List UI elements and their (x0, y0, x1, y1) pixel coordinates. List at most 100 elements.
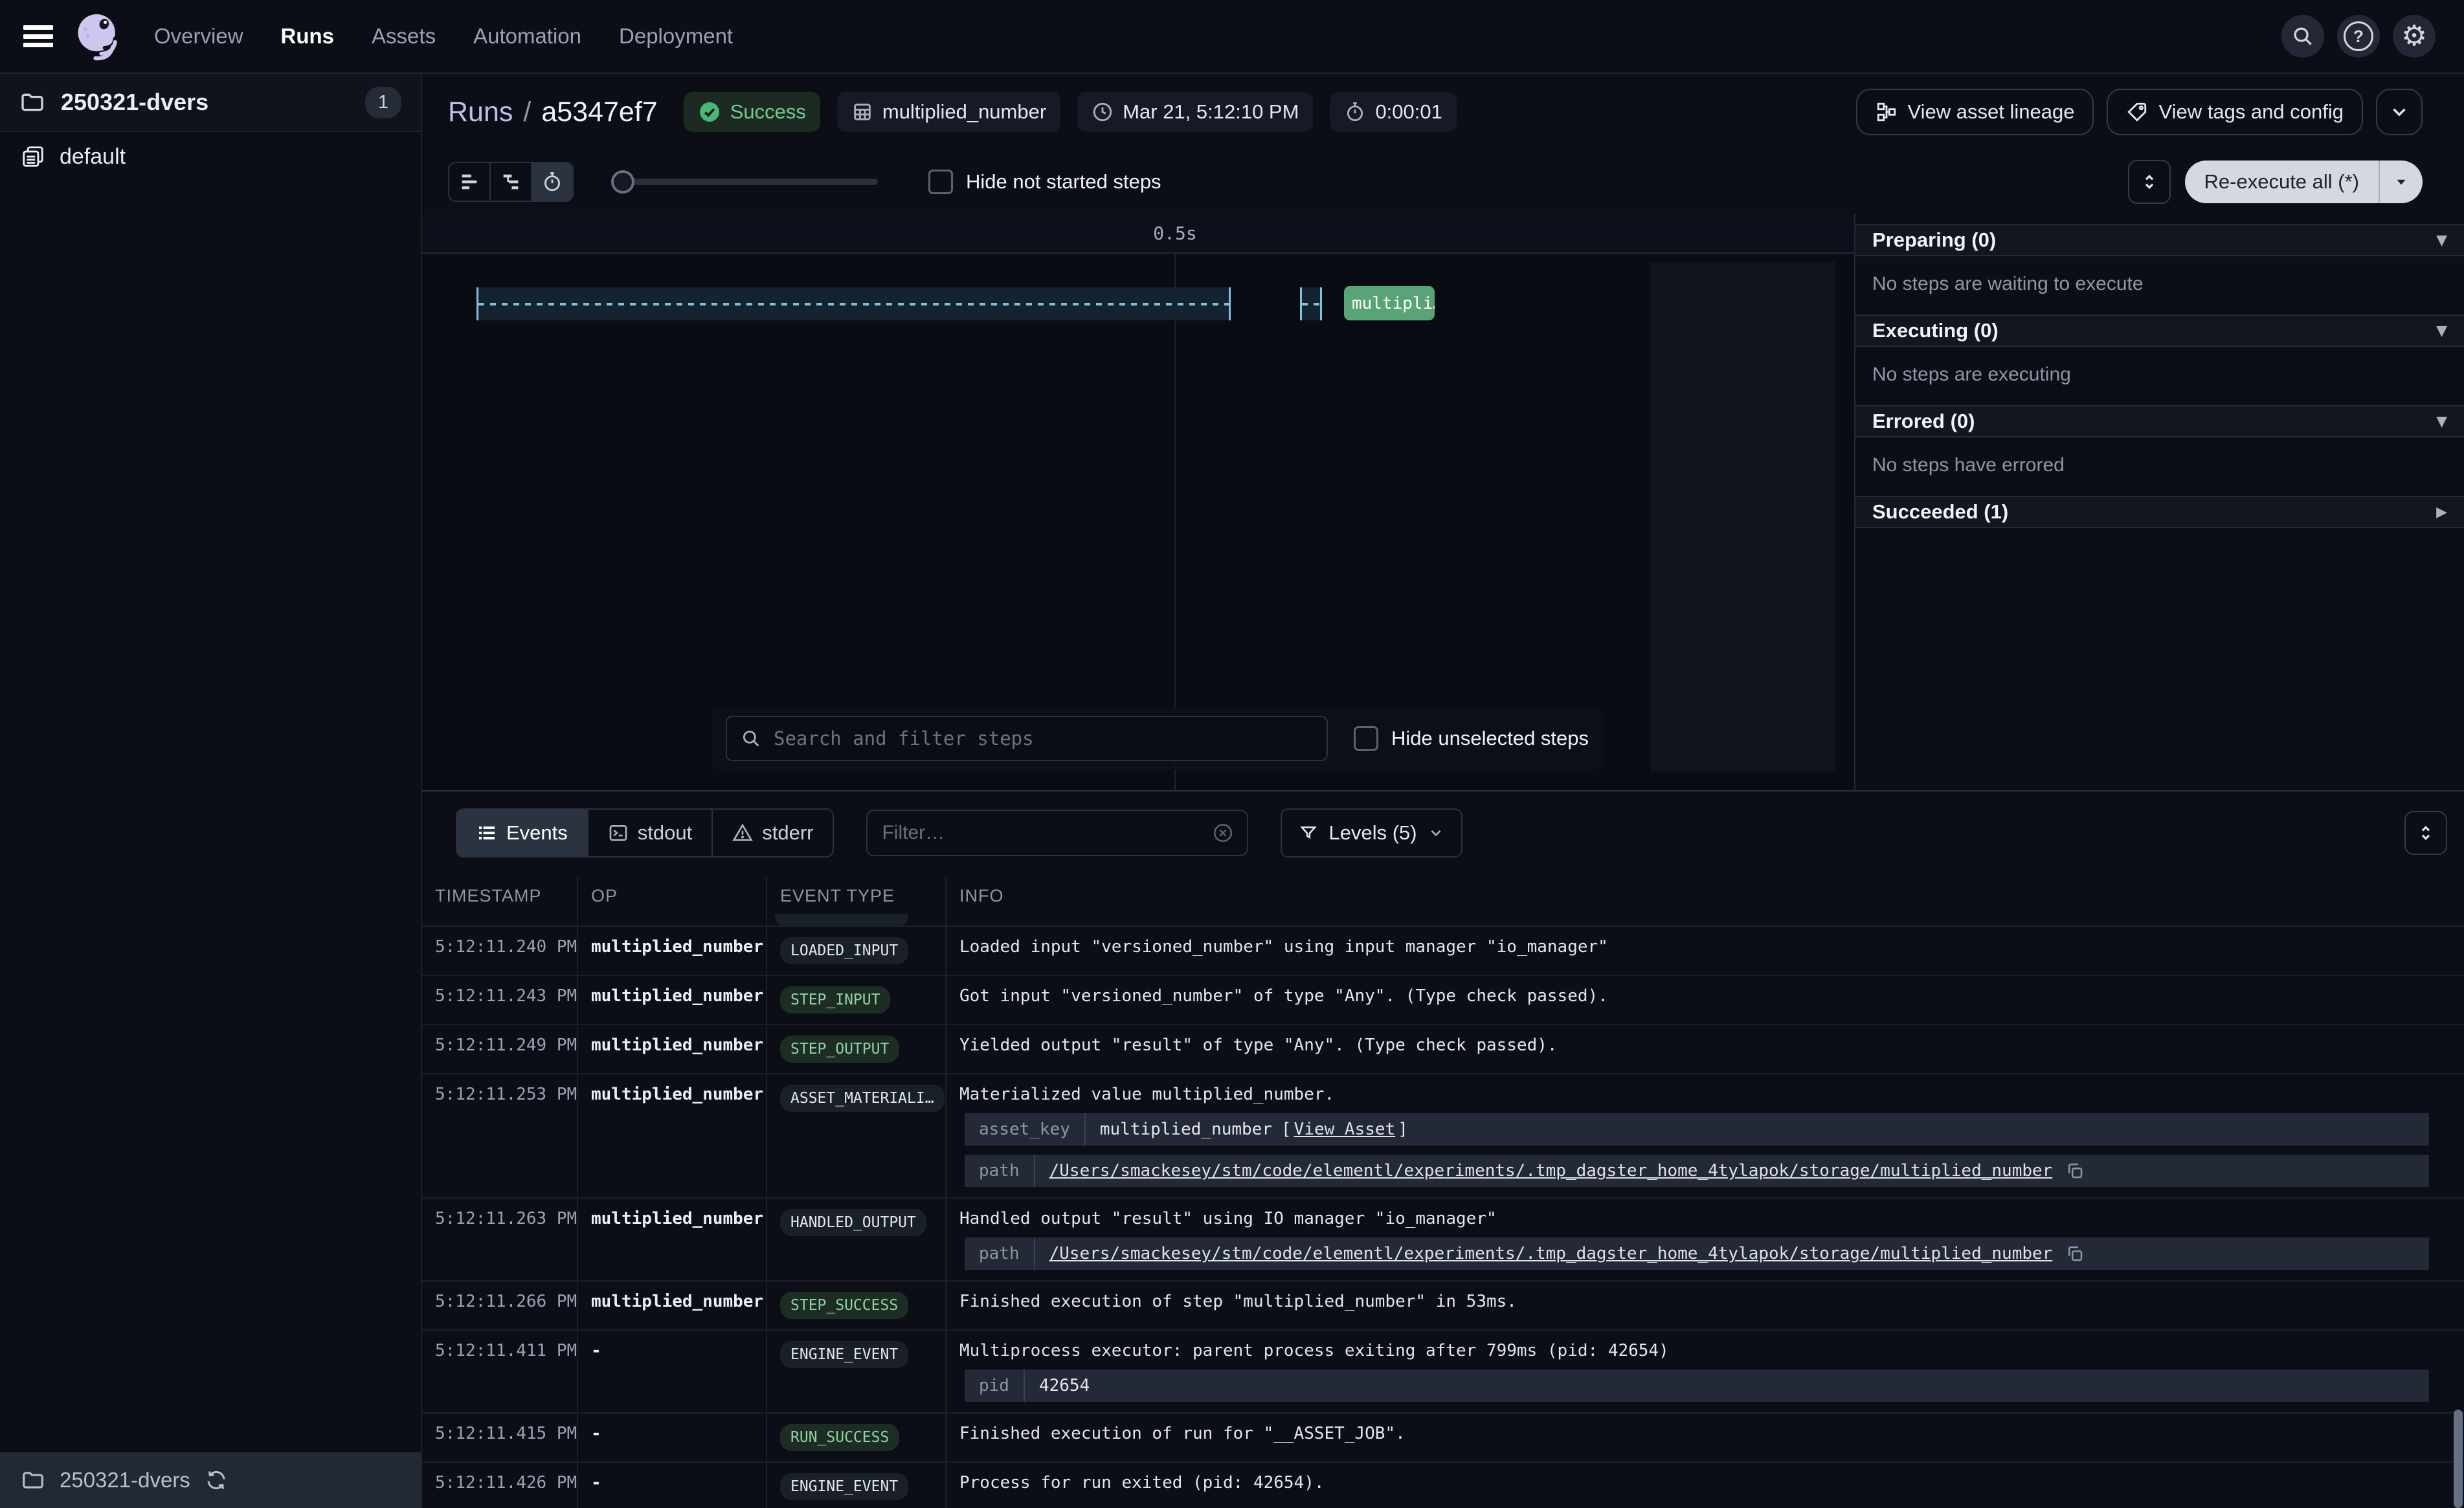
sidebar: 250321-dvers 1 default (0, 74, 422, 1508)
event-log-table: TIMESTAMP OP EVENT TYPE INFO 5:12:11.240… (422, 877, 2464, 1508)
view-asset-lineage-label: View asset lineage (1908, 100, 2075, 124)
path-link[interactable]: /Users/smackesey/stm/code/elementl/exper… (1049, 1244, 2053, 1263)
copy-icon[interactable] (2065, 1244, 2085, 1263)
path-link[interactable]: /Users/smackesey/stm/code/elementl/exper… (1049, 1161, 2053, 1181)
metadata-value: 42654 (1039, 1376, 1090, 1395)
clear-filter-icon[interactable] (1212, 822, 1234, 844)
funnel-icon (1299, 823, 1318, 843)
slider-knob[interactable] (611, 170, 634, 194)
hide-unselected-label: Hide unselected steps (1391, 727, 1589, 750)
event-type-badge: HANDLED_OUTPUT (780, 1209, 926, 1236)
repo-name: 250321-dvers (61, 89, 350, 116)
levels-label: Levels (5) (1328, 821, 1417, 845)
status-badge: Success (684, 92, 820, 132)
dagster-app: Overview Runs Assets Automation Deployme… (0, 0, 2464, 1508)
metadata-row-path: path /Users/smackesey/stm/code/elementl/… (965, 1237, 2429, 1270)
sidebar-footer: 250321-dvers (0, 1452, 421, 1508)
hamburger-menu-icon[interactable] (23, 25, 53, 47)
hide-not-started-checkbox[interactable] (928, 170, 953, 194)
asset-tag[interactable]: multiplied_number (837, 92, 1060, 132)
nav-item-automation[interactable]: Automation (473, 24, 581, 49)
hide-unselected-checkbox[interactable] (1354, 726, 1378, 751)
event-row: 5:12:11.415 PM - RUN_SUCCESS Finished ex… (422, 1412, 2464, 1461)
step-bar-multiplied-number[interactable]: multipli… (1344, 286, 1435, 320)
step-search-input[interactable] (772, 727, 1314, 750)
job-name: default (60, 144, 126, 170)
levels-filter-button[interactable]: Levels (5) (1281, 808, 1462, 858)
gantt-plot-area: multipli… (422, 254, 1854, 790)
reload-icon[interactable] (205, 1469, 228, 1492)
tab-events[interactable]: Events (457, 810, 588, 856)
log-filter-box[interactable] (866, 810, 1248, 856)
partial-row (422, 914, 2464, 926)
section-executing-header[interactable]: Executing (0) ▼ (1855, 315, 2464, 347)
copy-icon[interactable] (2065, 1161, 2085, 1181)
waterfall-view-button[interactable] (491, 163, 532, 201)
sidebar-item-default-job[interactable]: default (0, 132, 421, 181)
metadata-key: asset_key (965, 1113, 1086, 1146)
log-filter-input[interactable] (880, 821, 1203, 845)
view-asset-link[interactable]: View Asset (1294, 1120, 1396, 1139)
nav-item-runs[interactable]: Runs (281, 24, 335, 49)
gantt-and-steps: 0.5s multipli… (422, 214, 2464, 790)
col-timestamp: TIMESTAMP (422, 877, 578, 914)
waiting-bar-segment[interactable] (1300, 287, 1322, 320)
section-errored-header[interactable]: Errored (0) ▼ (1855, 405, 2464, 438)
hide-unselected-checkbox-row[interactable]: Hide unselected steps (1354, 726, 1589, 751)
caret-down-icon: ▼ (2436, 414, 2447, 430)
metadata-row-asset-key: asset_key multiplied_number [View Asset] (965, 1113, 2429, 1146)
up-down-chevrons-icon (2140, 172, 2159, 192)
partial-badge (775, 914, 908, 926)
event-type-badge: LOADED_INPUT (780, 937, 908, 964)
breadcrumb-runs-link[interactable]: Runs (448, 96, 513, 128)
nav-item-overview[interactable]: Overview (154, 24, 243, 49)
reexecute-dropdown-caret[interactable] (2379, 161, 2423, 203)
search-button[interactable] (2281, 15, 2324, 58)
hide-not-started-label: Hide not started steps (966, 170, 1161, 194)
event-info: Materialized value multiplied_number. as… (946, 1074, 2464, 1197)
repo-count-badge: 1 (365, 87, 401, 118)
view-tags-config-button[interactable]: View tags and config (2107, 89, 2363, 135)
terminal-icon (608, 823, 629, 843)
top-nav: Overview Runs Assets Automation Deployme… (0, 0, 2464, 74)
event-op: multiplied_number (578, 976, 767, 1024)
nav-item-assets[interactable]: Assets (372, 24, 436, 49)
gantt-toolbar: Hide not started steps Re-execute all (*… (422, 150, 2464, 214)
event-row: 5:12:11.243 PM multiplied_number STEP_IN… (422, 975, 2464, 1024)
expand-events-button[interactable] (2404, 811, 2447, 855)
settings-button[interactable]: ⚙ (2393, 15, 2436, 58)
reexecute-all-button[interactable]: Re-execute all (*) (2185, 161, 2423, 203)
view-asset-lineage-button[interactable]: View asset lineage (1856, 89, 2094, 135)
help-button[interactable]: ? (2337, 15, 2380, 58)
event-type-badge: ASSET_MATERIALI… (780, 1085, 945, 1112)
timed-view-button[interactable] (532, 163, 572, 201)
section-succeeded-header[interactable]: Succeeded (1) ▶ (1855, 496, 2464, 528)
tab-stderr[interactable]: stderr (713, 810, 833, 856)
run-header-actions: View asset lineage View tags and config (1856, 89, 2423, 135)
gantt-zoom-slider[interactable] (612, 179, 878, 185)
stopwatch-icon (541, 171, 563, 193)
event-op: - (578, 1331, 767, 1412)
tab-stdout-label: stdout (638, 821, 692, 845)
step-search-box[interactable] (726, 716, 1328, 761)
events-scrollbar-thumb[interactable] (2454, 1410, 2463, 1508)
hide-not-started-checkbox-row[interactable]: Hide not started steps (928, 170, 1161, 194)
tab-stderr-label: stderr (762, 821, 813, 845)
gantt-search-overlay: Hide unselected steps (711, 707, 1603, 770)
dagster-logo[interactable] (70, 8, 126, 64)
tab-stdout[interactable]: stdout (588, 810, 713, 856)
run-actions-dropdown-button[interactable] (2376, 89, 2423, 135)
metadata-row-path: path /Users/smackesey/stm/code/elementl/… (965, 1155, 2429, 1187)
expand-panel-button[interactable] (2128, 160, 2171, 204)
waiting-bar[interactable] (476, 287, 1231, 320)
tab-events-label: Events (506, 821, 568, 845)
sidebar-repo-row[interactable]: 250321-dvers 1 (0, 74, 421, 132)
section-preparing-header[interactable]: Preparing (0) ▼ (1855, 224, 2464, 256)
flat-view-button[interactable] (449, 163, 491, 201)
nav-item-deployment[interactable]: Deployment (619, 24, 733, 49)
event-type-badge: STEP_SUCCESS (780, 1292, 908, 1319)
section-title: Errored (0) (1872, 410, 1975, 433)
col-op: OP (578, 877, 767, 914)
event-op: multiplied_number (578, 1074, 767, 1197)
event-info: Process for run exited (pid: 42654). (946, 1463, 2464, 1508)
